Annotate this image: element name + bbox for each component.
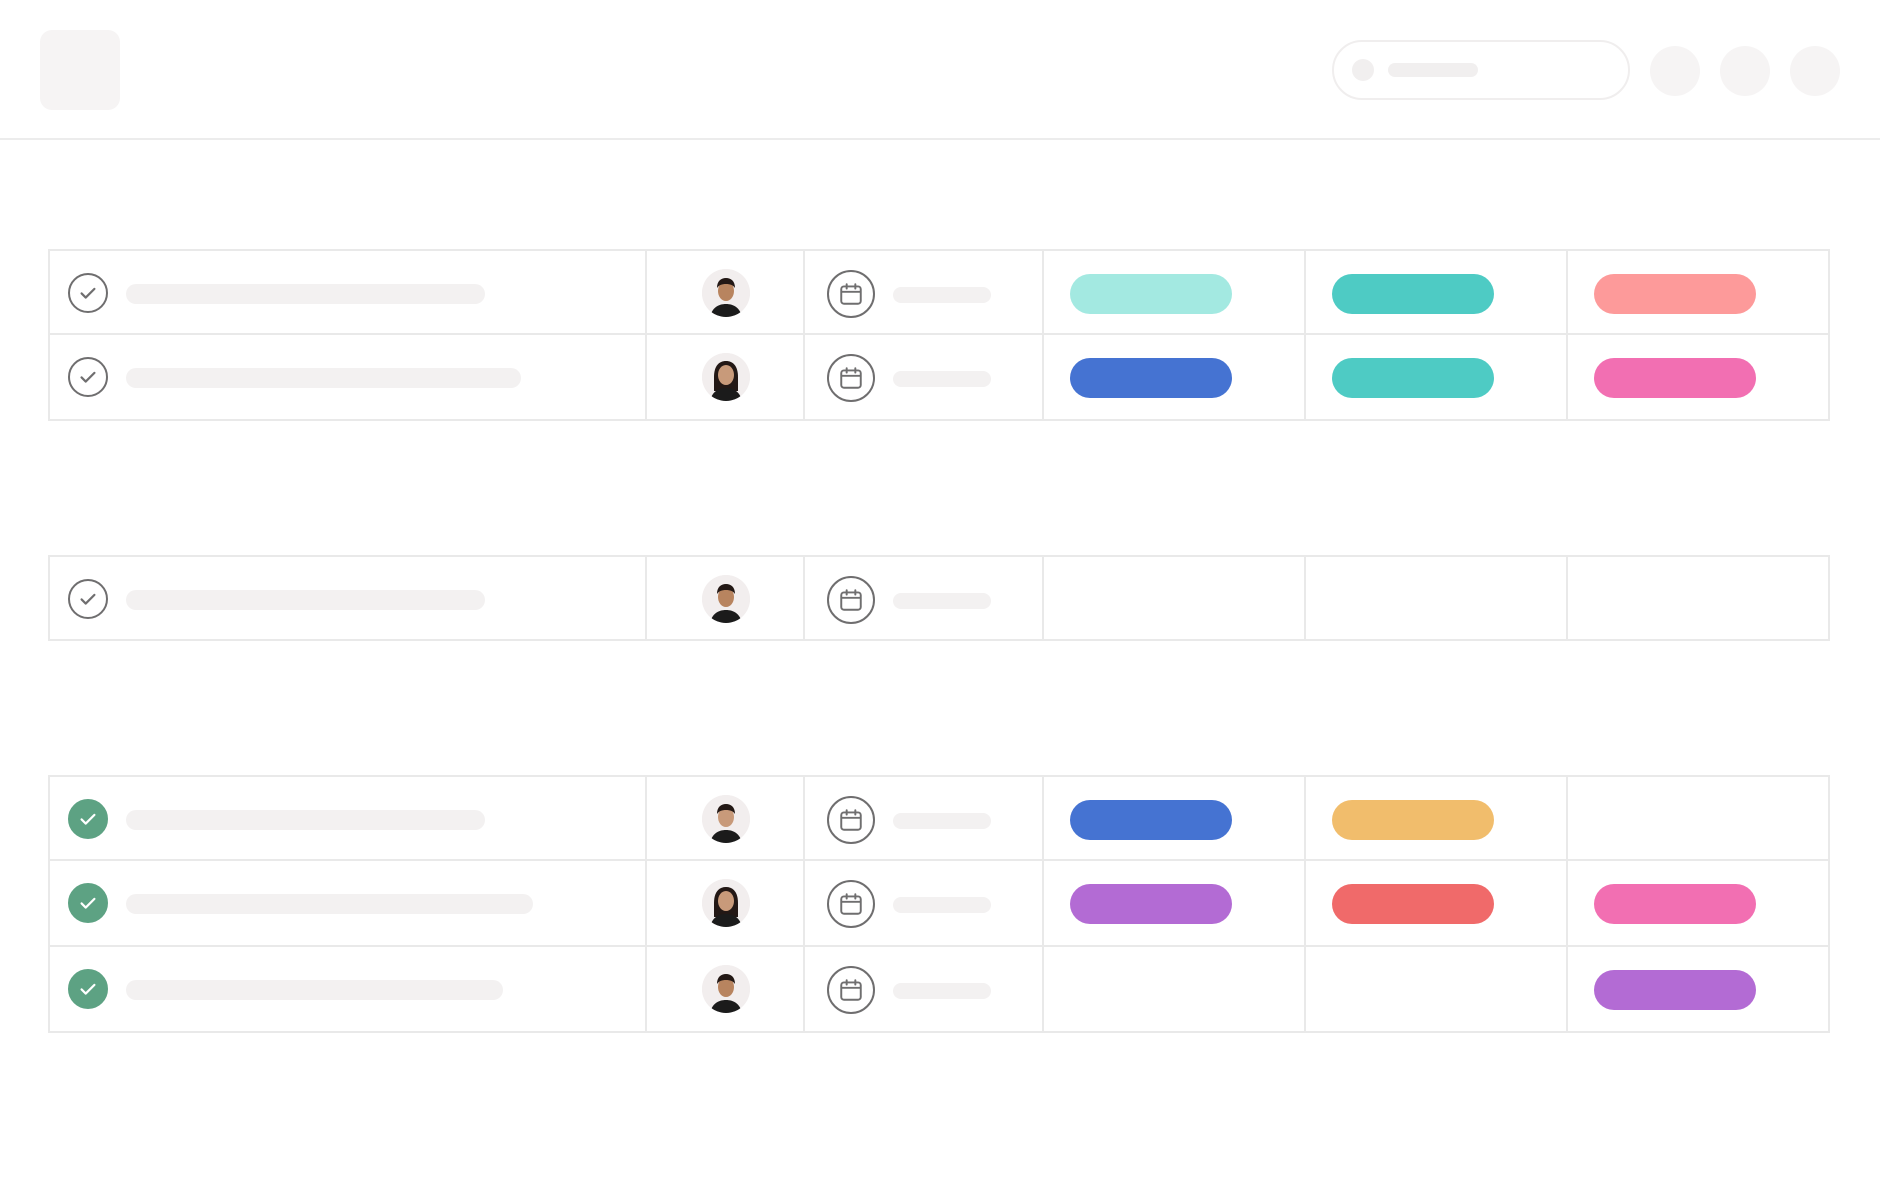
assignee-cell[interactable] [647, 555, 805, 641]
field-cell-3[interactable] [1568, 335, 1830, 421]
field-cell-2[interactable] [1306, 947, 1568, 1033]
calendar-icon[interactable] [827, 270, 875, 318]
search-input[interactable] [1332, 40, 1630, 100]
field-cell-3[interactable] [1568, 947, 1830, 1033]
field-cell-3[interactable] [1568, 775, 1830, 861]
due-date-cell[interactable] [805, 249, 1044, 335]
tag-pill[interactable] [1332, 274, 1494, 314]
assignee-cell[interactable] [647, 335, 805, 421]
tag-pill[interactable] [1332, 358, 1494, 398]
due-date-cell[interactable] [805, 775, 1044, 861]
task-name-cell[interactable] [48, 775, 647, 861]
field-cell-1[interactable] [1044, 947, 1306, 1033]
top-bar [0, 0, 1880, 140]
task-name-placeholder [126, 284, 485, 304]
task-row[interactable] [48, 861, 1830, 947]
assignee-cell[interactable] [647, 861, 805, 947]
calendar-icon[interactable] [827, 880, 875, 928]
task-name-placeholder [126, 894, 533, 914]
task-section [48, 555, 1830, 641]
task-row[interactable] [48, 775, 1830, 861]
logo-placeholder-icon[interactable] [40, 30, 120, 110]
avatar[interactable] [702, 795, 750, 843]
field-cell-3[interactable] [1568, 555, 1830, 641]
field-cell-2[interactable] [1306, 335, 1568, 421]
task-name-cell[interactable] [48, 555, 647, 641]
field-cell-2[interactable] [1306, 249, 1568, 335]
due-date-cell[interactable] [805, 861, 1044, 947]
field-cell-1[interactable] [1044, 335, 1306, 421]
calendar-icon[interactable] [827, 354, 875, 402]
tag-pill[interactable] [1070, 358, 1232, 398]
avatar[interactable] [702, 575, 750, 623]
avatar[interactable] [702, 353, 750, 401]
tag-pill[interactable] [1332, 884, 1494, 924]
calendar-icon[interactable] [827, 796, 875, 844]
task-name-placeholder [126, 980, 503, 1000]
assignee-cell[interactable] [647, 947, 805, 1033]
due-date-placeholder [893, 593, 991, 609]
avatar[interactable] [702, 269, 750, 317]
task-name-placeholder [126, 368, 521, 388]
avatar[interactable] [702, 965, 750, 1013]
field-cell-1[interactable] [1044, 249, 1306, 335]
field-cell-1[interactable] [1044, 775, 1306, 861]
field-cell-2[interactable] [1306, 555, 1568, 641]
due-date-placeholder [893, 813, 991, 829]
field-cell-1[interactable] [1044, 861, 1306, 947]
tag-pill[interactable] [1070, 800, 1232, 840]
task-name-cell[interactable] [48, 249, 647, 335]
task-name-placeholder [126, 810, 485, 830]
due-date-placeholder [893, 371, 991, 387]
tag-pill[interactable] [1332, 800, 1494, 840]
check-incomplete-icon[interactable] [68, 579, 108, 619]
task-row[interactable] [48, 555, 1830, 641]
field-cell-1[interactable] [1044, 555, 1306, 641]
task-row[interactable] [48, 335, 1830, 421]
tag-pill[interactable] [1070, 884, 1232, 924]
check-incomplete-icon[interactable] [68, 273, 108, 313]
tag-pill[interactable] [1070, 274, 1232, 314]
task-name-cell[interactable] [48, 947, 647, 1033]
task-name-cell[interactable] [48, 861, 647, 947]
check-incomplete-icon[interactable] [68, 357, 108, 397]
avatar[interactable] [702, 879, 750, 927]
calendar-icon[interactable] [827, 576, 875, 624]
tag-pill[interactable] [1594, 274, 1756, 314]
tag-pill[interactable] [1594, 970, 1756, 1010]
field-cell-2[interactable] [1306, 861, 1568, 947]
check-complete-icon[interactable] [68, 969, 108, 1009]
task-section [48, 249, 1830, 421]
due-date-placeholder [893, 897, 991, 913]
field-cell-3[interactable] [1568, 249, 1830, 335]
due-date-placeholder [893, 983, 991, 999]
field-cell-3[interactable] [1568, 861, 1830, 947]
check-complete-icon[interactable] [68, 883, 108, 923]
header-action-button-3[interactable] [1790, 46, 1840, 96]
due-date-cell[interactable] [805, 947, 1044, 1033]
header-action-button-2[interactable] [1720, 46, 1770, 96]
due-date-cell[interactable] [805, 555, 1044, 641]
tag-pill[interactable] [1594, 884, 1756, 924]
task-name-cell[interactable] [48, 335, 647, 421]
task-row[interactable] [48, 249, 1830, 335]
due-date-cell[interactable] [805, 335, 1044, 421]
due-date-placeholder [893, 287, 991, 303]
task-row[interactable] [48, 947, 1830, 1033]
calendar-icon[interactable] [827, 966, 875, 1014]
task-section [48, 775, 1830, 1033]
search-placeholder-bar [1388, 63, 1478, 77]
header-action-button-1[interactable] [1650, 46, 1700, 96]
check-complete-icon[interactable] [68, 799, 108, 839]
search-icon [1352, 59, 1374, 81]
field-cell-2[interactable] [1306, 775, 1568, 861]
assignee-cell[interactable] [647, 249, 805, 335]
assignee-cell[interactable] [647, 775, 805, 861]
tag-pill[interactable] [1594, 358, 1756, 398]
task-name-placeholder [126, 590, 485, 610]
